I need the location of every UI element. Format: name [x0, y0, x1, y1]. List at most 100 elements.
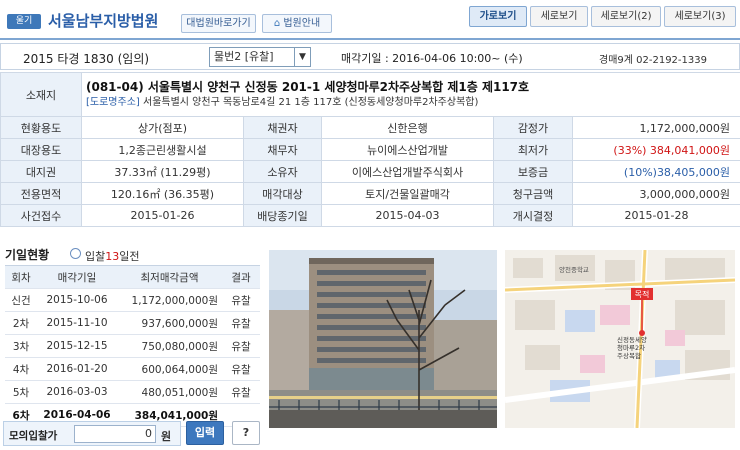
usage-label: 현황용도 [0, 116, 82, 139]
won-unit: 원 [161, 430, 172, 443]
info-row: 대장용도 1,2종근린생활시설 채무자 뉴이에스산업개발 최저가 (33%) 3… [0, 138, 740, 161]
price: 937,600,000원 [117, 311, 222, 335]
dividend-deadline-label: 배당종기일 [243, 204, 322, 227]
table-row: 3차 2015-12-15 750,080,000원 유찰 [5, 334, 260, 358]
mock-bid-box: 모의입찰가 0 원 [3, 421, 181, 446]
deposit-label: 보증금 [493, 160, 573, 183]
appraisal-value: 1,172,000,000원 [571, 116, 740, 139]
col-round: 회차 [5, 265, 37, 289]
date: 2016-03-03 [37, 380, 117, 404]
days-until-prefix: 입찰 [85, 250, 106, 263]
tab-vertical-view[interactable]: 세로보기 [530, 6, 588, 27]
clock-icon [70, 248, 81, 259]
result: 유찰 [222, 311, 260, 335]
table-row: 2차 2015-11-10 937,600,000원 유찰 [5, 311, 260, 335]
result: 유찰 [222, 357, 260, 381]
result: 유찰 [222, 334, 260, 358]
days-until-suffix: 일전 [119, 250, 140, 263]
days-until-count: 13 [105, 250, 120, 263]
table-row: 4차 2016-01-20 600,064,000원 유찰 [5, 357, 260, 381]
court-info-label: 법원안내 [283, 18, 321, 29]
road-address: [도로명주소] 서울특별시 양천구 목동남로4길 21 1층 117호 (신정동… [86, 96, 736, 110]
commencement-value: 2015-01-28 [571, 204, 740, 227]
round: 3차 [5, 334, 37, 358]
location-map-illustration: 목적 신정동세양 청마루2차 주상복합 양천중학교 [505, 250, 735, 428]
court-name: 서울남부지방법원 [48, 12, 159, 30]
ledger-usage-value: 1,2종근린생활시설 [81, 138, 244, 161]
result: 유찰 [222, 288, 260, 312]
area-value: 120.16㎡ (36.35평) [81, 182, 244, 205]
building-photo-illustration [269, 250, 497, 428]
road-address-text: 서울특별시 양천구 목동남로4길 21 1층 117호 (신정동세양청마루2차주… [143, 97, 479, 108]
ledger-usage-label: 대장용도 [0, 138, 82, 161]
bid-submit-button[interactable]: 입력 [186, 421, 224, 445]
round: 2차 [5, 311, 37, 335]
price: 750,080,000원 [117, 334, 222, 358]
tab-vertical-view-3[interactable]: 세로보기(3) [664, 6, 736, 27]
location-cell: (081-04) 서울특별시 양천구 신정동 201-1 세양청마루2차주상복합… [80, 72, 740, 117]
commencement-label: 개시결정 [493, 204, 573, 227]
case-bar: 2015 타경 1830 (임의) 물번2 [유찰] ▼ 매각기일 : 2016… [0, 43, 740, 70]
road-address-tag[interactable]: [도로명주소] [86, 97, 140, 108]
info-row: 대지권 37.33㎡ (11.29평) 소유자 이에스산업개발주식회사 보증금 … [0, 160, 740, 183]
case-received-label: 사건접수 [0, 204, 82, 227]
claim-amount-label: 청구금액 [493, 182, 573, 205]
item-select[interactable]: 물번2 [유찰] ▼ [209, 47, 311, 67]
case-number: 2015 타경 1830 (임의) [23, 52, 150, 66]
min-price-value: (33%) 384,041,000원 [571, 138, 740, 161]
location-label: 소재지 [0, 72, 82, 117]
owner-value: 이에스산업개발주식회사 [321, 160, 494, 183]
area-label: 전용면적 [0, 182, 82, 205]
info-row: 현황용도 상가(점포) 채권자 신한은행 감정가 1,172,000,000원 [0, 116, 740, 139]
history-header-row: 회차 매각기일 최저매각금액 결과 [5, 265, 260, 289]
creditor-label: 채권자 [243, 116, 322, 139]
price: 1,172,000,000원 [117, 288, 222, 312]
deposit-value: (10%)38,405,000원 [571, 160, 740, 183]
land-right-value: 37.33㎡ (11.29평) [81, 160, 244, 183]
result: 유찰 [222, 380, 260, 404]
date: 2015-12-15 [37, 334, 117, 358]
lot-address: (081-04) 서울특별시 양천구 신정동 201-1 세양청마루2차주상복합… [86, 80, 530, 94]
map-building-label: 주상복합 [617, 351, 641, 360]
mock-bid-input[interactable]: 0 [74, 425, 156, 443]
department-phone: 경매9계 02-2192-1339 [599, 55, 707, 66]
table-row: 5차 2016-03-03 480,051,000원 유찰 [5, 380, 260, 404]
price: 600,064,000원 [117, 357, 222, 381]
history-title: 기일현황 [5, 248, 50, 262]
usage-value: 상가(점포) [81, 116, 244, 139]
round: 신건 [5, 288, 37, 312]
appraisal-label: 감정가 [493, 116, 573, 139]
days-until-bid: 입찰13일전 [85, 248, 140, 264]
debtor-value: 뉴이에스산업개발 [321, 138, 494, 161]
header: 울기 서울남부지방법원 대법원바로가기 ⌂ 법원안내 가로보기 세로보기 세로보… [0, 0, 740, 40]
dividend-deadline-value: 2015-04-03 [321, 204, 494, 227]
location-map[interactable]: 목적 신정동세양 청마루2차 주상복합 양천중학교 [505, 250, 735, 428]
date: 2015-10-06 [37, 288, 117, 312]
property-info-table: 소재지 (081-04) 서울특별시 양천구 신정동 201-1 세양청마루2차… [0, 72, 740, 227]
sale-target-value: 토지/건물일괄매각 [321, 182, 494, 205]
price: 480,051,000원 [117, 380, 222, 404]
tab-horizontal-view[interactable]: 가로보기 [469, 6, 527, 27]
map-school-label: 양천중학교 [559, 265, 589, 274]
col-result: 결과 [222, 265, 260, 289]
creditor-value: 신한은행 [321, 116, 494, 139]
date: 2015-11-10 [37, 311, 117, 335]
map-building-label: 청마루2차 [617, 343, 645, 352]
date: 2016-01-20 [37, 357, 117, 381]
supreme-court-link-button[interactable]: 대법원바로가기 [181, 14, 256, 33]
round: 5차 [5, 380, 37, 404]
court-info-button[interactable]: ⌂ 법원안내 [262, 14, 332, 33]
claim-amount-value: 3,000,000,000원 [571, 182, 740, 205]
chevron-down-icon[interactable]: ▼ [294, 48, 310, 66]
map-marker-label: 목적 [635, 289, 650, 299]
info-row: 전용면적 120.16㎡ (36.35평) 매각대상 토지/건물일괄매각 청구금… [0, 182, 740, 205]
property-photo[interactable] [269, 250, 497, 428]
help-button[interactable]: ? [232, 421, 260, 445]
col-min-price: 최저매각금액 [117, 265, 222, 289]
history-table: 회차 매각기일 최저매각금액 결과 신건 2015-10-06 1,172,000,… [5, 265, 260, 427]
sale-date: 매각기일 : 2016-04-06 10:00~ (수) [341, 52, 523, 65]
debtor-label: 채무자 [243, 138, 322, 161]
court-badge: 울기 [7, 14, 41, 29]
sale-target-label: 매각대상 [243, 182, 322, 205]
tab-vertical-view-2[interactable]: 세로보기(2) [591, 6, 661, 27]
